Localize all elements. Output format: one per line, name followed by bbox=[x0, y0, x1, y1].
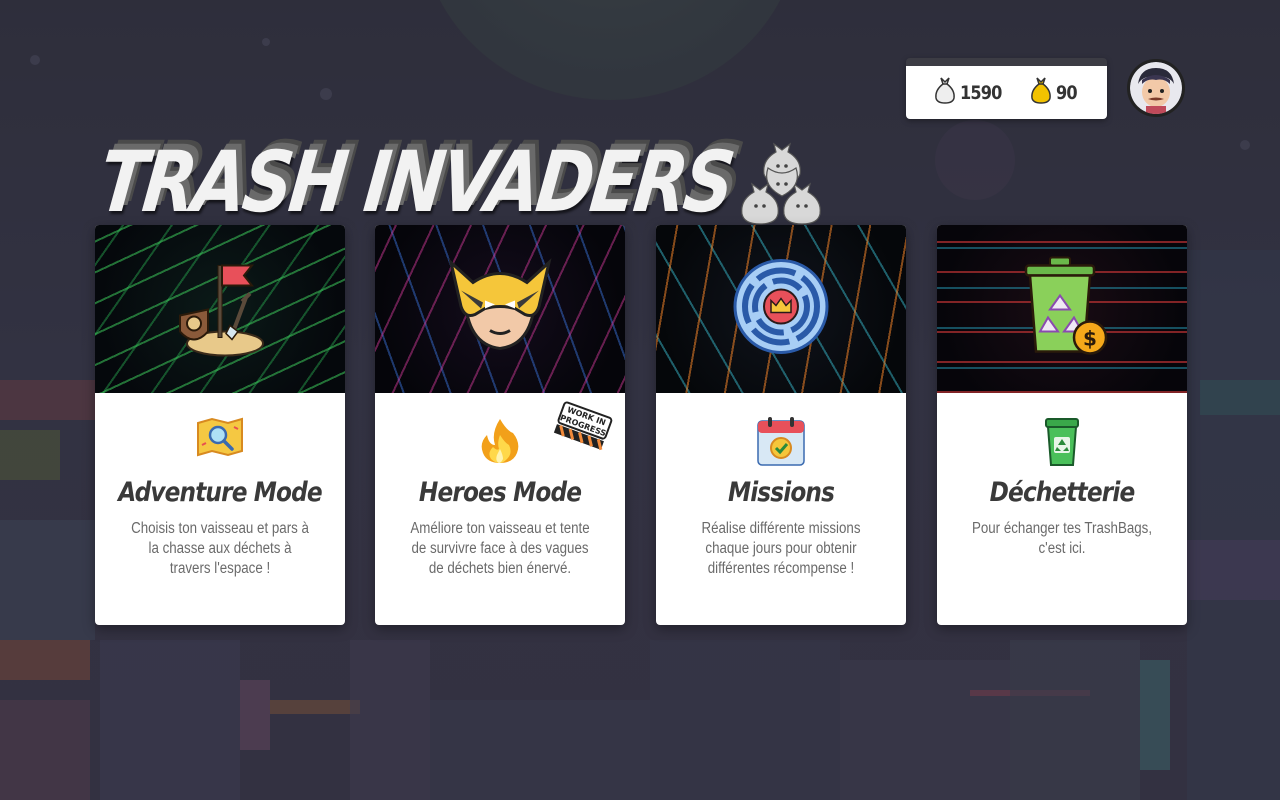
svg-text:$: $ bbox=[1083, 327, 1097, 351]
card-title: Déchetterie bbox=[989, 477, 1136, 508]
player-avatar[interactable] bbox=[1127, 59, 1185, 117]
gold-bag-icon bbox=[1029, 76, 1053, 109]
card-heroes-mode[interactable]: WORK IN PROGRESS Heroes Mode Améliore to… bbox=[375, 225, 625, 625]
card-banner: $ bbox=[937, 225, 1187, 393]
card-banner bbox=[375, 225, 625, 393]
trash-bags-pile-icon bbox=[738, 138, 828, 233]
card-description: Réalise différente missions chaque jours… bbox=[701, 520, 861, 577]
game-title-text: TRASH INVADERS bbox=[94, 133, 737, 231]
card-title: Heroes Mode bbox=[418, 477, 582, 508]
card-banner bbox=[656, 225, 906, 393]
card-body: Missions Réalise différente missions cha… bbox=[656, 393, 906, 625]
recycle-bin-dollar-icon: $ bbox=[1012, 252, 1112, 367]
card-missions[interactable]: Missions Réalise différente missions cha… bbox=[656, 225, 906, 625]
card-title: Missions bbox=[727, 477, 835, 508]
card-description: Pour échanger tes TrashBags, c'est ici. bbox=[971, 520, 1153, 557]
gold-count: 90 bbox=[1055, 81, 1078, 104]
card-body: Adventure Mode Choisis ton vaisseau et p… bbox=[95, 393, 345, 625]
card-adventure-mode[interactable]: Adventure Mode Choisis ton vaisseau et p… bbox=[95, 225, 345, 625]
gold-counter: 90 bbox=[1029, 76, 1080, 109]
calendar-check-icon bbox=[656, 415, 906, 467]
trashbag-count: 1590 bbox=[959, 81, 1002, 104]
treasure-island-icon bbox=[170, 252, 270, 367]
hero-mask-icon bbox=[445, 257, 555, 362]
card-description: Choisis ton vaisseau et pars à la chasse… bbox=[131, 520, 309, 577]
currency-panel: 1590 90 bbox=[906, 58, 1107, 119]
card-description: Améliore ton vaisseau et tente de surviv… bbox=[410, 520, 590, 577]
recycle-bin-icon bbox=[937, 415, 1187, 467]
treasure-map-icon bbox=[95, 415, 345, 459]
card-title: Adventure Mode bbox=[118, 477, 322, 508]
trashbag-counter: 1590 bbox=[933, 76, 1009, 109]
card-body: Déchetterie Pour échanger tes TrashBags,… bbox=[937, 393, 1187, 625]
card-dechetterie[interactable]: $ Déchetterie Pour échanger tes TrashBag… bbox=[937, 225, 1187, 625]
trash-bag-icon bbox=[933, 76, 957, 109]
target-crown-icon bbox=[731, 257, 831, 362]
card-banner bbox=[95, 225, 345, 393]
card-body: WORK IN PROGRESS Heroes Mode Améliore to… bbox=[375, 393, 625, 625]
avatar-face-icon bbox=[1130, 62, 1182, 114]
